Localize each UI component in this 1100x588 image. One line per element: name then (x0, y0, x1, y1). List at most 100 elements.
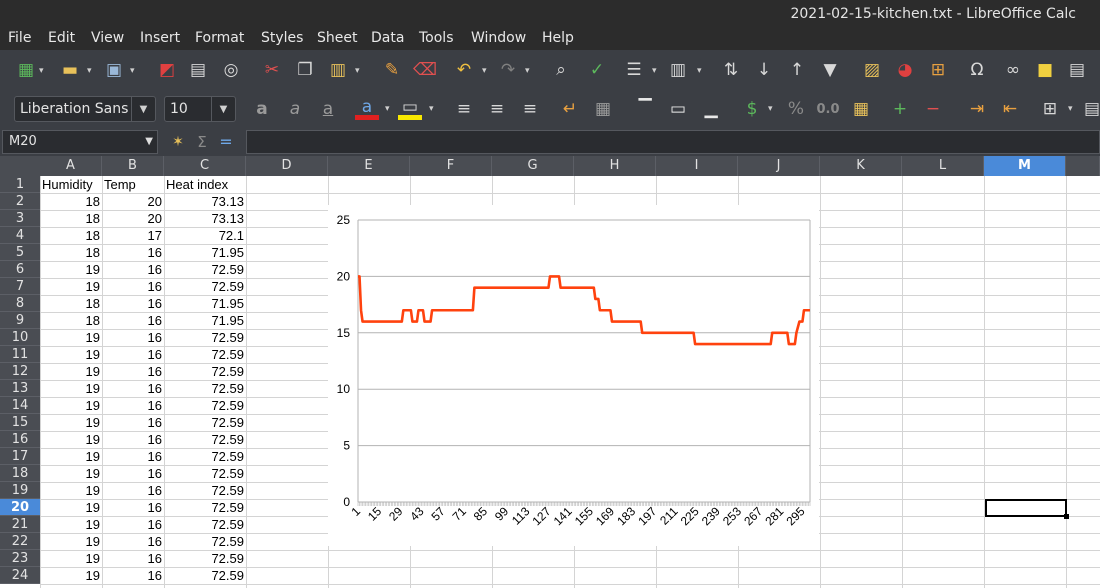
spreadsheet-grid[interactable]: A B C D E F G H I J K L M 1 Humidity Temp H… (0, 156, 1100, 588)
cell-temp[interactable]: 16 (102, 431, 164, 448)
cell-temp[interactable]: 16 (102, 499, 164, 516)
cell-heat-index[interactable]: 71.95 (164, 244, 246, 261)
undo-icon[interactable]: ↶ (452, 58, 476, 82)
cell-heat-index[interactable]: 72.59 (164, 567, 246, 584)
cell-temp[interactable]: 16 (102, 278, 164, 295)
column-header-selected[interactable]: M (984, 156, 1066, 176)
find-replace-icon[interactable]: ⌕ (549, 58, 573, 82)
cell-temp[interactable]: 16 (102, 482, 164, 499)
cell-humidity[interactable]: 19 (40, 533, 102, 550)
number-format-icon[interactable]: 0.0 (816, 97, 840, 121)
cell-humidity[interactable]: 19 (40, 499, 102, 516)
underline-icon[interactable]: a (316, 97, 340, 121)
chevron-down-icon[interactable]: ▾ (482, 66, 487, 76)
align-bottom-icon[interactable]: ▁ (699, 97, 723, 121)
formula-input[interactable] (246, 130, 1100, 154)
cell-temp[interactable]: 16 (102, 448, 164, 465)
column-header[interactable]: D (246, 156, 328, 176)
cell-temp[interactable]: 16 (102, 414, 164, 431)
borders-icon[interactable]: ⊞ (1038, 97, 1062, 121)
menu-insert[interactable]: Insert (140, 30, 180, 46)
row-header[interactable]: 10 (0, 329, 40, 346)
cell-temp[interactable]: 16 (102, 346, 164, 363)
column-header[interactable]: C (164, 156, 246, 176)
align-center-icon[interactable]: ≡ (485, 97, 509, 121)
menu-tools[interactable]: Tools (419, 30, 454, 46)
cell-humidity[interactable]: 19 (40, 397, 102, 414)
cell-humidity[interactable]: 19 (40, 550, 102, 567)
cell-humidity[interactable]: 18 (40, 210, 102, 227)
cell-temp[interactable]: 16 (102, 380, 164, 397)
percent-format-icon[interactable]: % (784, 97, 808, 121)
open-folder-icon[interactable]: ▬ (58, 58, 82, 82)
cell-humidity[interactable]: 19 (40, 363, 102, 380)
column-header[interactable]: E (328, 156, 410, 176)
chevron-down-icon[interactable]: ▾ (697, 66, 702, 76)
cell-humidity[interactable]: 19 (40, 482, 102, 499)
formula-icon[interactable]: = (214, 130, 238, 154)
clear-formatting-icon[interactable]: ⌫ (413, 58, 437, 82)
row-header[interactable]: 2 (0, 193, 40, 210)
menu-help[interactable]: Help (542, 30, 574, 46)
cell-heat-index[interactable]: 72.59 (164, 499, 246, 516)
row-header[interactable]: 23 (0, 550, 40, 567)
column-header[interactable]: K (820, 156, 902, 176)
columns-icon[interactable]: ▥ (666, 58, 690, 82)
row-header[interactable]: 18 (0, 465, 40, 482)
row-header[interactable]: 8 (0, 295, 40, 312)
row-header[interactable]: 9 (0, 312, 40, 329)
cell-temp[interactable]: 16 (102, 465, 164, 482)
active-cell-cursor[interactable] (985, 499, 1069, 519)
cell-heat-index[interactable]: 73.13 (164, 193, 246, 210)
fill-handle[interactable] (1064, 514, 1069, 519)
cell-humidity[interactable]: 18 (40, 312, 102, 329)
cell-heat-index[interactable]: 72.59 (164, 482, 246, 499)
row-header[interactable]: 7 (0, 278, 40, 295)
cell-heat-index[interactable]: 72.59 (164, 516, 246, 533)
cell-heat-index[interactable]: 72.59 (164, 431, 246, 448)
row-header[interactable]: 16 (0, 431, 40, 448)
menu-file[interactable]: File (8, 30, 31, 46)
chevron-down-icon[interactable]: ▾ (525, 66, 530, 76)
cell-humidity[interactable]: 19 (40, 261, 102, 278)
menu-edit[interactable]: Edit (48, 30, 75, 46)
insert-chart-icon[interactable]: ◕ (893, 58, 917, 82)
cell-temp[interactable]: 16 (102, 397, 164, 414)
row-header[interactable]: 14 (0, 397, 40, 414)
chevron-down-icon[interactable]: ▾ (429, 104, 434, 114)
row-header[interactable]: 22 (0, 533, 40, 550)
cell-temp[interactable]: 16 (102, 261, 164, 278)
cell-heat-index[interactable]: 72.59 (164, 380, 246, 397)
column-header[interactable]: F (410, 156, 492, 176)
row-header[interactable]: 4 (0, 227, 40, 244)
chevron-down-icon[interactable]: ▾ (385, 104, 390, 114)
insert-image-icon[interactable]: ▨ (860, 58, 884, 82)
cell-heat-index[interactable]: 72.59 (164, 397, 246, 414)
font-name-box[interactable]: Liberation Sans ▼ (14, 96, 156, 122)
column-header[interactable]: B (102, 156, 164, 176)
cell-temp[interactable]: 20 (102, 193, 164, 210)
cell-humidity[interactable]: 19 (40, 448, 102, 465)
cell-temp[interactable]: 16 (102, 244, 164, 261)
chevron-down-icon[interactable]: ▾ (130, 66, 135, 76)
column-header[interactable]: I (656, 156, 738, 176)
border-style-icon[interactable]: ▤ (1080, 97, 1100, 121)
autofilter-icon[interactable]: ▼ (818, 58, 842, 82)
add-decimal-icon[interactable]: + (888, 97, 912, 121)
row-header-selected[interactable]: 20 (0, 499, 40, 516)
cell-temp[interactable]: 16 (102, 550, 164, 567)
cell-humidity[interactable]: 19 (40, 465, 102, 482)
row-header[interactable]: 3 (0, 210, 40, 227)
cell-heat-index[interactable]: 72.59 (164, 465, 246, 482)
print-icon[interactable]: ▤ (186, 58, 210, 82)
menu-format[interactable]: Format (195, 30, 244, 46)
hyperlink-icon[interactable]: ∞ (1001, 58, 1025, 82)
chevron-down-icon[interactable]: ▼ (145, 136, 153, 147)
rows-icon[interactable]: ☰ (622, 58, 646, 82)
row-header[interactable]: 17 (0, 448, 40, 465)
row-header[interactable]: 19 (0, 482, 40, 499)
cell-temp[interactable]: 16 (102, 567, 164, 584)
cell-humidity[interactable]: 19 (40, 329, 102, 346)
headers-footers-icon[interactable]: ▤ (1065, 58, 1089, 82)
sort-descending-icon[interactable]: ↓ (752, 58, 776, 82)
